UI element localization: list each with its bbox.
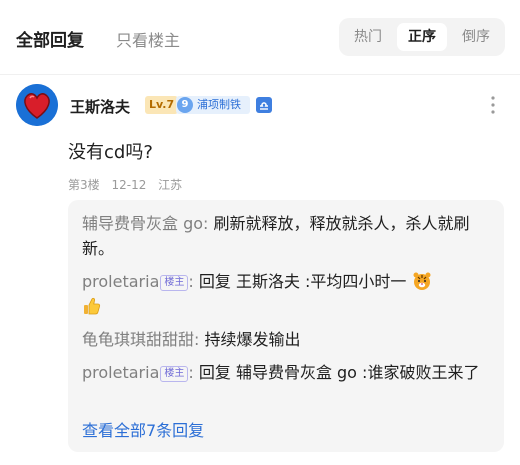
reply-text: 回复 辅导费骨灰盒 go :谁家破败王来了: [193, 363, 480, 382]
reply-author[interactable]: proletaria: [82, 272, 159, 291]
member-title: 浦项制铁: [197, 98, 241, 111]
post-username[interactable]: 王斯洛夫: [70, 96, 130, 117]
sub-reply[interactable]: proletaria 楼主: 回复 王斯洛夫 :平均四小时一: [82, 269, 492, 319]
tab-op-only[interactable]: 只看楼主: [116, 27, 180, 51]
sort-desc-button[interactable]: 倒序: [451, 23, 501, 51]
post-meta: 第3楼 12-12 江苏: [68, 176, 190, 193]
post-date: 12-12: [111, 178, 147, 192]
more-vertical-icon[interactable]: [490, 94, 496, 116]
reply-text: 持续爆发输出: [199, 330, 301, 349]
divider: [0, 74, 520, 75]
sub-reply[interactable]: 龟龟琪琪甜甜甜: 持续爆发输出: [82, 327, 492, 352]
view-all-replies-link[interactable]: 查看全部7条回复: [82, 418, 204, 443]
sort-hot-button[interactable]: 热门: [344, 23, 392, 51]
sort-switch: 热门 正序 倒序: [339, 18, 505, 56]
libra-icon: [256, 97, 272, 113]
sub-replies: 辅导费骨灰盒 go: 刷新就释放，释放就杀人，杀人就刷新。 proletaria…: [68, 200, 504, 452]
floor-number: 第3楼: [68, 178, 100, 192]
host-tag: 楼主: [160, 366, 189, 382]
member-level: 9: [177, 97, 193, 113]
reply-header: 全部回复 只看楼主 热门 正序 倒序: [0, 0, 520, 74]
thumbs-up-icon: [84, 297, 101, 315]
red-heart-avatar-icon: [16, 84, 58, 126]
avatar[interactable]: [16, 84, 58, 126]
reply-author[interactable]: 龟龟琪琪甜甜甜: [82, 330, 194, 349]
post-location: 江苏: [158, 178, 183, 192]
level-badge: Lv.7: [145, 96, 179, 114]
tab-all-replies[interactable]: 全部回复: [16, 26, 84, 51]
tiger-face-icon: [413, 272, 431, 290]
reply-text: 回复 王斯洛夫 :平均四小时一: [193, 272, 407, 291]
sub-reply[interactable]: proletaria 楼主: 回复 辅导费骨灰盒 go :谁家破败王来了: [82, 360, 492, 385]
post-content: 没有cd吗?: [68, 142, 153, 163]
member-badge[interactable]: 9 浦项制铁: [176, 96, 250, 114]
sort-asc-button[interactable]: 正序: [397, 23, 447, 51]
host-tag: 楼主: [160, 275, 189, 291]
reply-author[interactable]: proletaria: [82, 363, 159, 382]
reply-author[interactable]: 辅导费骨灰盒 go: [82, 214, 203, 233]
sub-reply[interactable]: 辅导费骨灰盒 go: 刷新就释放，释放就杀人，杀人就刷新。: [82, 211, 492, 261]
